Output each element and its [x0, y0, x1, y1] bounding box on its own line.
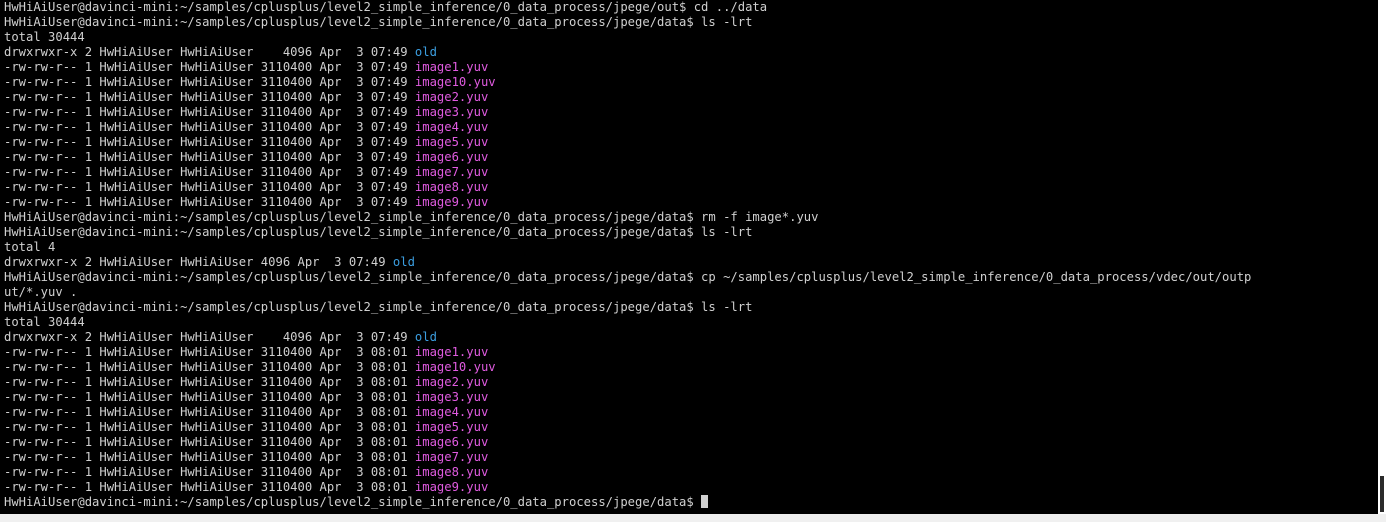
line-text: total 4 — [4, 240, 56, 254]
prompt-line[interactable]: HwHiAiUser@davinci-mini:~/samples/cplusp… — [4, 495, 1251, 510]
line-text: HwHiAiUser@davinci-mini:~/samples/cplusp… — [4, 300, 753, 314]
terminal-window[interactable]: HwHiAiUser@davinci-mini:~/samples/cplusp… — [0, 0, 1378, 514]
line-text: -rw-rw-r-- 1 HwHiAiUser HwHiAiUser 31104… — [4, 165, 415, 179]
file-name: image8.yuv — [414, 465, 489, 479]
terminal-line: total 30444 — [4, 315, 1251, 330]
line-text: -rw-rw-r-- 1 HwHiAiUser HwHiAiUser 31104… — [4, 360, 415, 374]
text-cursor — [701, 495, 709, 508]
file-name: image5.yuv — [414, 135, 489, 149]
file-name: image3.yuv — [414, 105, 489, 119]
file-name: image7.yuv — [414, 165, 489, 179]
terminal-line: total 4 — [4, 240, 1251, 255]
file-name: image7.yuv — [414, 450, 489, 464]
file-name: image5.yuv — [414, 420, 489, 434]
file-name: image1.yuv — [414, 60, 489, 74]
line-text: -rw-rw-r-- 1 HwHiAiUser HwHiAiUser 31104… — [4, 60, 415, 74]
terminal-line: -rw-rw-r-- 1 HwHiAiUser HwHiAiUser 31104… — [4, 60, 1251, 75]
file-name: image10.yuv — [414, 75, 496, 89]
terminal-line: drwxrwxr-x 2 HwHiAiUser HwHiAiUser 4096 … — [4, 330, 1251, 345]
line-text: -rw-rw-r-- 1 HwHiAiUser HwHiAiUser 31104… — [4, 345, 415, 359]
line-text: drwxrwxr-x 2 HwHiAiUser HwHiAiUser 4096 … — [4, 330, 415, 344]
line-text: -rw-rw-r-- 1 HwHiAiUser HwHiAiUser 31104… — [4, 450, 415, 464]
line-text: total 30444 — [4, 315, 85, 329]
terminal-line: -rw-rw-r-- 1 HwHiAiUser HwHiAiUser 31104… — [4, 135, 1251, 150]
terminal-line: drwxrwxr-x 2 HwHiAiUser HwHiAiUser 4096 … — [4, 45, 1251, 60]
line-text: -rw-rw-r-- 1 HwHiAiUser HwHiAiUser 31104… — [4, 90, 415, 104]
file-name: image9.yuv — [414, 195, 489, 209]
line-text: HwHiAiUser@davinci-mini:~/samples/cplusp… — [4, 270, 1252, 284]
file-name: image9.yuv — [414, 480, 489, 494]
file-name: image4.yuv — [414, 120, 489, 134]
terminal-line: -rw-rw-r-- 1 HwHiAiUser HwHiAiUser 31104… — [4, 150, 1251, 165]
line-text: -rw-rw-r-- 1 HwHiAiUser HwHiAiUser 31104… — [4, 150, 415, 164]
line-text: -rw-rw-r-- 1 HwHiAiUser HwHiAiUser 31104… — [4, 390, 415, 404]
terminal-line: -rw-rw-r-- 1 HwHiAiUser HwHiAiUser 31104… — [4, 90, 1251, 105]
vertical-scrollbar[interactable] — [1378, 0, 1386, 514]
line-text: drwxrwxr-x 2 HwHiAiUser HwHiAiUser 4096 … — [4, 45, 415, 59]
line-text: ut/*.yuv . — [4, 285, 78, 299]
terminal-line: -rw-rw-r-- 1 HwHiAiUser HwHiAiUser 31104… — [4, 420, 1251, 435]
directory-name: old — [414, 330, 437, 344]
terminal-line: HwHiAiUser@davinci-mini:~/samples/cplusp… — [4, 15, 1251, 30]
terminal-line: -rw-rw-r-- 1 HwHiAiUser HwHiAiUser 31104… — [4, 465, 1251, 480]
line-text: HwHiAiUser@davinci-mini:~/samples/cplusp… — [4, 210, 819, 224]
line-text: -rw-rw-r-- 1 HwHiAiUser HwHiAiUser 31104… — [4, 405, 415, 419]
terminal-line: -rw-rw-r-- 1 HwHiAiUser HwHiAiUser 31104… — [4, 120, 1251, 135]
line-text: HwHiAiUser@davinci-mini:~/samples/cplusp… — [4, 15, 753, 29]
file-name: image10.yuv — [414, 360, 496, 374]
terminal-line: -rw-rw-r-- 1 HwHiAiUser HwHiAiUser 31104… — [4, 480, 1251, 495]
terminal-line: -rw-rw-r-- 1 HwHiAiUser HwHiAiUser 31104… — [4, 345, 1251, 360]
terminal-line: -rw-rw-r-- 1 HwHiAiUser HwHiAiUser 31104… — [4, 360, 1251, 375]
line-text: -rw-rw-r-- 1 HwHiAiUser HwHiAiUser 31104… — [4, 180, 415, 194]
terminal-line: -rw-rw-r-- 1 HwHiAiUser HwHiAiUser 31104… — [4, 75, 1251, 90]
scrollbar-thumb[interactable] — [1380, 476, 1384, 512]
terminal-line: -rw-rw-r-- 1 HwHiAiUser HwHiAiUser 31104… — [4, 105, 1251, 120]
terminal-line: -rw-rw-r-- 1 HwHiAiUser HwHiAiUser 31104… — [4, 180, 1251, 195]
line-text: -rw-rw-r-- 1 HwHiAiUser HwHiAiUser 31104… — [4, 135, 415, 149]
line-text: -rw-rw-r-- 1 HwHiAiUser HwHiAiUser 31104… — [4, 105, 415, 119]
line-text: -rw-rw-r-- 1 HwHiAiUser HwHiAiUser 31104… — [4, 195, 415, 209]
line-text: -rw-rw-r-- 1 HwHiAiUser HwHiAiUser 31104… — [4, 465, 415, 479]
terminal-line: HwHiAiUser@davinci-mini:~/samples/cplusp… — [4, 300, 1251, 315]
line-text: drwxrwxr-x 2 HwHiAiUser HwHiAiUser 4096 … — [4, 255, 393, 269]
file-name: image8.yuv — [414, 180, 489, 194]
terminal-line: HwHiAiUser@davinci-mini:~/samples/cplusp… — [4, 225, 1251, 240]
line-text: HwHiAiUser@davinci-mini:~/samples/cplusp… — [4, 225, 753, 239]
terminal-line: -rw-rw-r-- 1 HwHiAiUser HwHiAiUser 31104… — [4, 450, 1251, 465]
directory-name: old — [414, 45, 437, 59]
terminal-output: HwHiAiUser@davinci-mini:~/samples/cplusp… — [4, 0, 1251, 510]
shell-prompt: HwHiAiUser@davinci-mini:~/samples/cplusp… — [4, 495, 702, 509]
terminal-line: HwHiAiUser@davinci-mini:~/samples/cplusp… — [4, 270, 1251, 285]
line-text: -rw-rw-r-- 1 HwHiAiUser HwHiAiUser 31104… — [4, 435, 415, 449]
terminal-line: -rw-rw-r-- 1 HwHiAiUser HwHiAiUser 31104… — [4, 375, 1251, 390]
line-text: -rw-rw-r-- 1 HwHiAiUser HwHiAiUser 31104… — [4, 75, 415, 89]
line-text: -rw-rw-r-- 1 HwHiAiUser HwHiAiUser 31104… — [4, 480, 415, 494]
status-bar — [0, 514, 1386, 522]
file-name: image3.yuv — [414, 390, 489, 404]
file-name: image1.yuv — [414, 345, 489, 359]
terminal-line: -rw-rw-r-- 1 HwHiAiUser HwHiAiUser 31104… — [4, 195, 1251, 210]
file-name: image6.yuv — [414, 435, 489, 449]
line-text: -rw-rw-r-- 1 HwHiAiUser HwHiAiUser 31104… — [4, 375, 415, 389]
terminal-line: total 30444 — [4, 30, 1251, 45]
terminal-line: drwxrwxr-x 2 HwHiAiUser HwHiAiUser 4096 … — [4, 255, 1251, 270]
directory-name: old — [392, 255, 415, 269]
line-text: -rw-rw-r-- 1 HwHiAiUser HwHiAiUser 31104… — [4, 420, 415, 434]
terminal-line: HwHiAiUser@davinci-mini:~/samples/cplusp… — [4, 210, 1251, 225]
terminal-line: -rw-rw-r-- 1 HwHiAiUser HwHiAiUser 31104… — [4, 435, 1251, 450]
file-name: image6.yuv — [414, 150, 489, 164]
terminal-line: -rw-rw-r-- 1 HwHiAiUser HwHiAiUser 31104… — [4, 405, 1251, 420]
line-text: HwHiAiUser@davinci-mini:~/samples/cplusp… — [4, 0, 768, 14]
line-text: -rw-rw-r-- 1 HwHiAiUser HwHiAiUser 31104… — [4, 120, 415, 134]
terminal-line: -rw-rw-r-- 1 HwHiAiUser HwHiAiUser 31104… — [4, 390, 1251, 405]
line-text: total 30444 — [4, 30, 85, 44]
file-name: image2.yuv — [414, 90, 489, 104]
terminal-line: HwHiAiUser@davinci-mini:~/samples/cplusp… — [4, 0, 1251, 15]
file-name: image4.yuv — [414, 405, 489, 419]
terminal-line: ut/*.yuv . — [4, 285, 1251, 300]
terminal-line: -rw-rw-r-- 1 HwHiAiUser HwHiAiUser 31104… — [4, 165, 1251, 180]
file-name: image2.yuv — [414, 375, 489, 389]
